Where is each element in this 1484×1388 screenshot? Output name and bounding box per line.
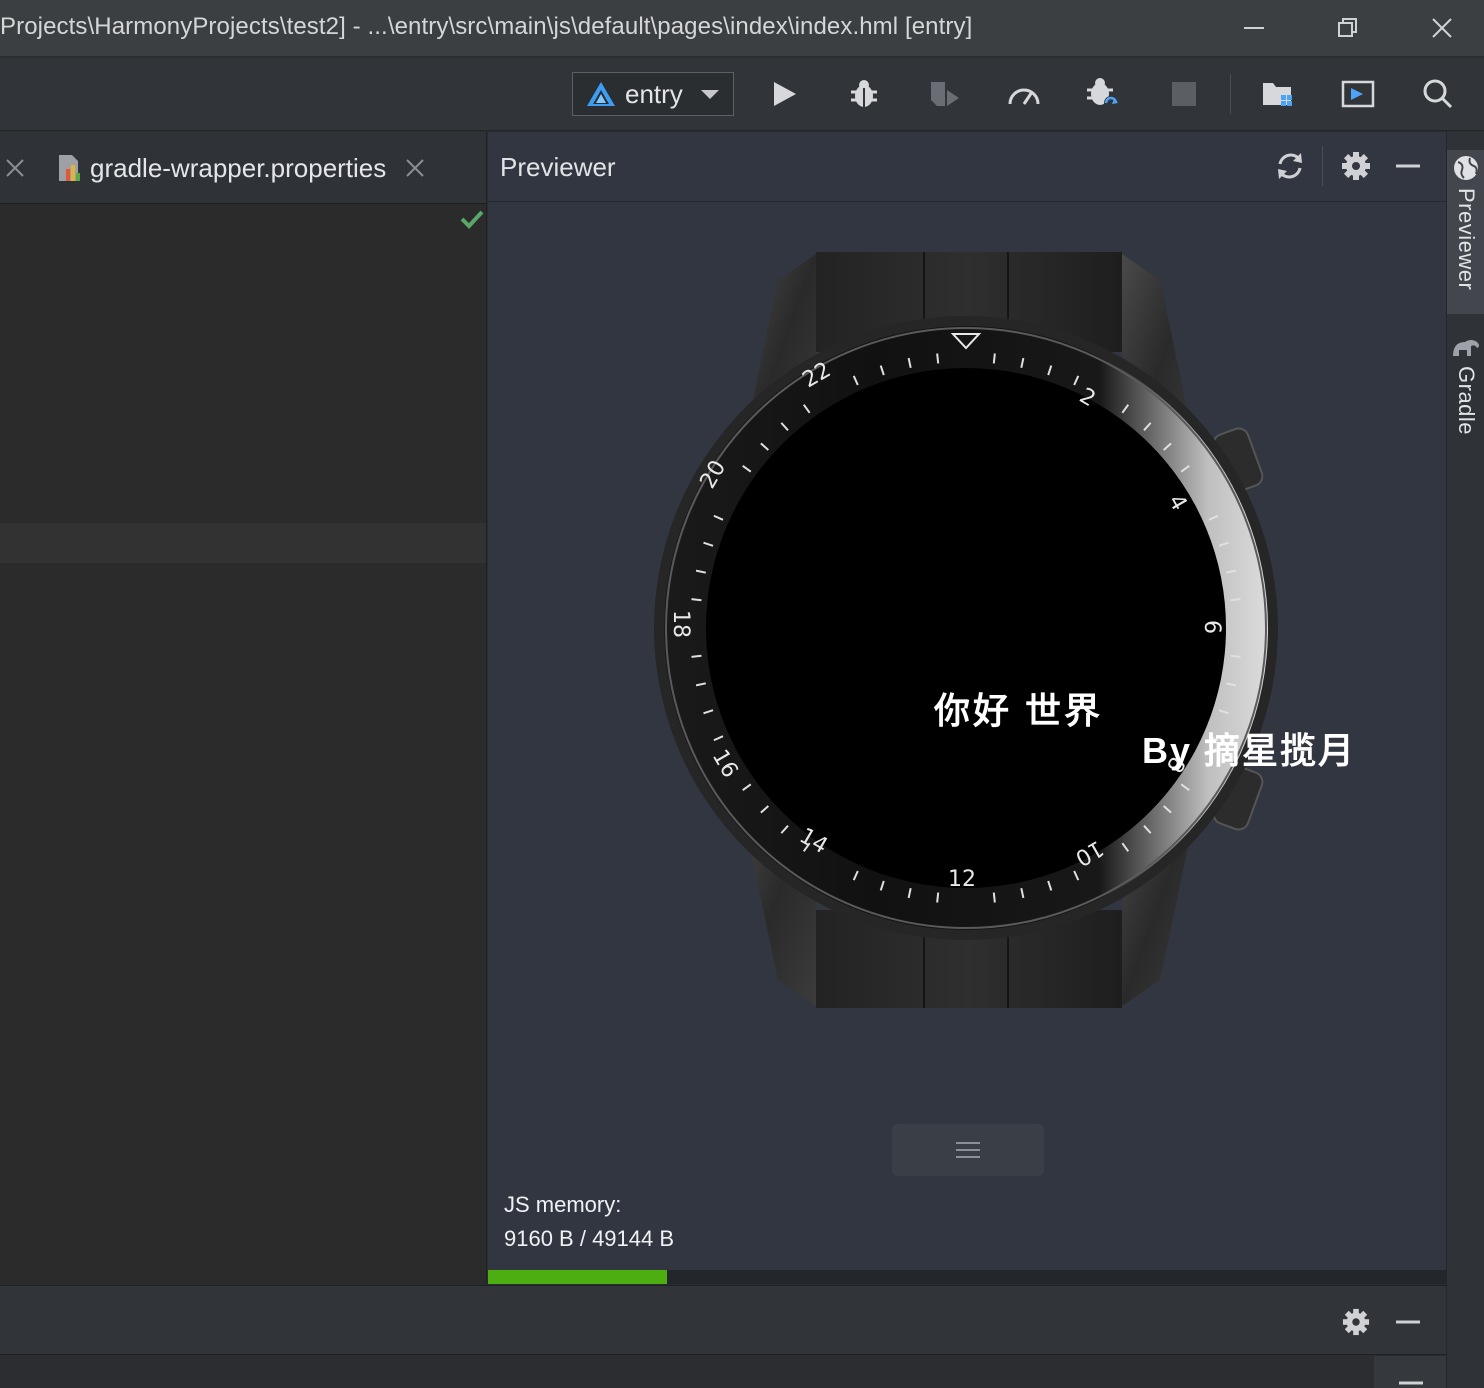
gear-icon (1342, 152, 1370, 180)
bug-icon (851, 80, 877, 107)
minimize-icon (1244, 27, 1264, 29)
close-icon (1432, 18, 1452, 38)
gradle-properties-icon (59, 155, 80, 181)
window-title: Projects\HarmonyProjects\test2] - ...\en… (0, 13, 973, 40)
refresh-button[interactable] (1272, 148, 1308, 184)
bezel-tick (936, 353, 940, 364)
bug-sync-icon (1087, 78, 1118, 110)
minimize-icon (1399, 1381, 1423, 1385)
bottom-area (0, 1356, 1446, 1388)
globe-icon (1454, 156, 1478, 180)
tool-tab-previewer[interactable]: Previewer (1447, 150, 1484, 314)
bottom-minimize-button[interactable] (1390, 1304, 1426, 1340)
device-menu-button[interactable] (892, 1124, 1044, 1176)
device-manager-button[interactable] (1338, 74, 1378, 114)
hamburger-icon (956, 1142, 980, 1158)
elephant-icon (1453, 340, 1479, 356)
previewer-minimize-button[interactable] (1390, 148, 1426, 184)
header-separator (1322, 146, 1323, 186)
bezel-tick (691, 654, 702, 658)
folder-grid-icon (1263, 83, 1292, 106)
screen-play-icon (1341, 80, 1375, 108)
bezel-number: 6 (1199, 620, 1224, 634)
restore-button[interactable] (1328, 10, 1368, 46)
tab-gradle-wrapper-properties[interactable]: gradle-wrapper.properties (56, 152, 386, 184)
bezel-tick (936, 892, 940, 903)
stop-icon (1172, 82, 1196, 106)
watch-device-frame: 2 4 6 8 10 12 14 16 18 20 22 你好 世界 By 摘星… (648, 250, 1354, 1010)
play-icon (774, 82, 796, 106)
previewer-header: Previewer (488, 132, 1446, 202)
bezel-tick (1230, 598, 1241, 602)
close-icon (6, 159, 24, 177)
search-button[interactable] (1418, 74, 1458, 114)
watch-illustration: 2 4 6 8 10 12 14 16 18 20 22 (654, 252, 1278, 1008)
minimize-icon (1396, 1320, 1420, 1324)
editor-tab-bar: gradle-wrapper.properties (0, 132, 486, 204)
restore-icon (1338, 18, 1357, 37)
code-editor[interactable] (0, 205, 486, 1284)
attach-debugger-button[interactable] (924, 74, 964, 114)
toolbar-separator (1230, 74, 1231, 114)
debug-button[interactable] (844, 74, 884, 114)
profiler-button[interactable] (1004, 74, 1044, 114)
check-icon (460, 210, 484, 229)
js-memory-value: 9160 B / 49144 B (504, 1226, 675, 1251)
prev-tab-close-button[interactable] (3, 156, 27, 180)
current-line-highlight (0, 523, 486, 563)
search-icon (1423, 79, 1453, 109)
bezel-tick (691, 598, 702, 602)
run-configuration-label: entry (625, 78, 683, 109)
tool-tab-gradle[interactable]: Gradle (1447, 332, 1484, 452)
tab-close-button[interactable] (403, 156, 427, 180)
bezel-tick (992, 353, 996, 364)
bottom-settings-button[interactable] (1338, 1304, 1374, 1340)
stop-button[interactable] (1164, 74, 1204, 114)
previewer-settings-button[interactable] (1338, 148, 1374, 184)
bezel-number: 12 (948, 867, 976, 892)
chevron-down-icon (701, 90, 719, 99)
main-toolbar: entry (0, 58, 1484, 131)
right-tool-strip: Previewer Gradle (1446, 132, 1484, 1388)
close-button[interactable] (1422, 10, 1462, 46)
project-structure-button[interactable] (1258, 74, 1298, 114)
harmony-module-icon (587, 82, 615, 106)
screen-text-hello: 你好 世界 (934, 690, 1104, 731)
speedometer-icon (1008, 88, 1040, 105)
run-button[interactable] (764, 74, 804, 114)
js-memory-label: JS memory: (504, 1192, 622, 1217)
refresh-icon (1278, 153, 1302, 179)
title-bar: Projects\HarmonyProjects\test2] - ...\en… (0, 0, 1484, 57)
close-icon (406, 159, 424, 177)
bottom-scroll-column[interactable] (1374, 1356, 1446, 1388)
bottom-tool-panel (0, 1285, 1446, 1355)
gear-icon (1342, 1308, 1370, 1336)
minimize-icon (1396, 164, 1420, 168)
tab-label: gradle-wrapper.properties (90, 152, 387, 183)
editor-pane: gradle-wrapper.properties (0, 132, 487, 1284)
tool-tab-label: Previewer (1454, 188, 1479, 291)
attach-debugger-icon (931, 82, 959, 106)
bezel-tick (992, 892, 996, 903)
run-configuration-dropdown[interactable]: entry (572, 72, 734, 116)
bezel-tick (1230, 654, 1241, 658)
apply-changes-button[interactable] (1082, 74, 1122, 114)
bezel-number: 18 (668, 610, 693, 638)
js-memory-bar-fill (488, 1270, 667, 1284)
previewer-title: Previewer (500, 152, 616, 182)
js-memory-bar (488, 1270, 1446, 1284)
screen-text-byline: By 摘星揽月 (1142, 730, 1357, 771)
tool-tab-label: Gradle (1454, 366, 1479, 436)
previewer-panel: Previewer 2 4 6 8 10 12 14 16 18 20 22 你… (488, 132, 1446, 1284)
minimize-button[interactable] (1234, 10, 1274, 46)
